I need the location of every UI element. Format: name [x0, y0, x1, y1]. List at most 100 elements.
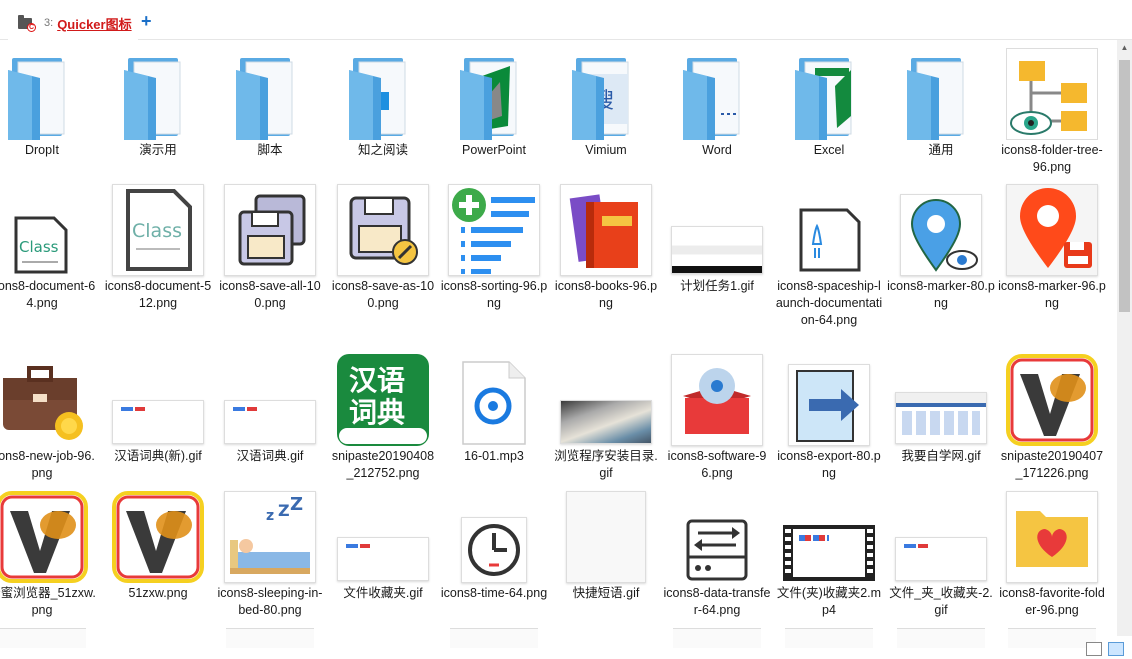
partial-row-thumb [450, 628, 538, 648]
partial-row-thumb [673, 628, 761, 648]
item-label: PowerPoint [462, 143, 526, 157]
file-item[interactable]: icons8-sorting-96.png [440, 176, 548, 346]
svg-text:Z: Z [278, 501, 290, 520]
item-label: 16-01.mp3 [464, 449, 524, 463]
screenshot-blank-icon [112, 354, 204, 446]
file-item[interactable]: icons8-books-96.png [552, 176, 660, 346]
item-label: 快捷短语.gif [572, 586, 640, 600]
folder-icon [112, 48, 204, 140]
large-icons-view-icon[interactable] [1108, 642, 1124, 656]
folder-icon [895, 48, 987, 140]
item-label: icons8-sleeping-in-bed-80.png [217, 586, 323, 617]
v-leaf-icon [112, 491, 204, 583]
sorting-icon [448, 184, 540, 276]
item-label: Word [702, 143, 732, 157]
item-label: icons8-books-96.png [554, 279, 658, 310]
file-item[interactable]: 51zxw.png [104, 483, 212, 653]
item-label: icons8-save-all-100.png [219, 279, 321, 310]
sleeping-icon: zZZ [224, 491, 316, 583]
fav-folder-icon [1006, 491, 1098, 583]
file-item[interactable]: Class icons8-document-512.png [104, 176, 212, 346]
save-all-icon [224, 184, 316, 276]
save-as-icon [337, 184, 429, 276]
svg-text:z: z [266, 508, 274, 524]
folder-icon: 搜 [560, 48, 652, 140]
item-label: 通用 [928, 143, 954, 157]
mp3-icon [448, 354, 540, 446]
item-label: icons8-document-512.png [104, 279, 212, 310]
file-item[interactable]: 快捷短语.gif [552, 483, 660, 653]
item-label: icons8-marker-80.png [887, 279, 995, 310]
item-label: icons8-folder-tree-96.png [1001, 143, 1103, 174]
item-label: icons8-sorting-96.png [440, 279, 548, 310]
folder-icon [448, 48, 540, 140]
screenshot-tall-icon [560, 491, 652, 583]
item-label: icons8-document-64.png [0, 279, 96, 310]
v-leaf-icon [0, 491, 88, 583]
svg-text:汉语: 汉语 [349, 364, 405, 397]
item-label: icons8-time-64.png [440, 586, 548, 600]
item-label: icons8-software-96.png [667, 449, 767, 480]
rocket-doc-icon [783, 184, 875, 276]
file-item[interactable]: Class icons8-document-64.png [0, 176, 96, 346]
item-label: snipaste20190408_212752.png [331, 449, 435, 480]
item-label: 浏览程序安装目录.gif [554, 449, 658, 480]
file-item[interactable]: icons8-marker-96.png [998, 176, 1106, 346]
item-label: 演示用 [139, 143, 177, 157]
video-icon [783, 491, 875, 583]
class-doc-small-icon: Class [0, 184, 88, 276]
class-doc-icon: Class [112, 184, 204, 276]
item-label: 蜂蜜浏览器_51zxw.png [0, 586, 96, 617]
v-leaf-icon [1006, 354, 1098, 446]
clock-icon [448, 491, 540, 583]
software-icon [671, 354, 763, 446]
item-label: Vimium [585, 143, 627, 157]
details-view-icon[interactable] [1086, 642, 1102, 656]
file-item[interactable]: 文件收藏夹.gif [329, 483, 437, 653]
svg-text:Class: Class [132, 220, 182, 242]
partial-row-thumb [226, 628, 314, 648]
item-label: icons8-marker-96.png [998, 279, 1106, 310]
folder-tab-icon: C [18, 15, 36, 32]
partial-row-thumb [785, 628, 873, 648]
marker-blue-icon [895, 184, 987, 276]
item-label: 我要自学网.gif [901, 449, 981, 463]
screenshot-wide-icon [671, 184, 763, 276]
item-label: 文件收藏夹.gif [343, 586, 423, 600]
item-label: icons8-save-as-100.png [331, 279, 435, 310]
file-item[interactable]: icons8-spaceship-launch-documentation-64… [775, 176, 883, 346]
file-grid: DropIt 演示用 脚本 知之阅读 PowerPoint 搜 Vimium Word Exce… [0, 40, 1116, 659]
partial-row-thumb [1008, 628, 1096, 648]
file-item[interactable]: icons8-save-all-100.png [216, 176, 324, 346]
file-item[interactable]: icons8-marker-80.png [887, 176, 995, 346]
item-label: 汉语词典.gif [236, 449, 304, 463]
item-label: icons8-spaceship-launch-documentation-64… [775, 279, 883, 327]
beach-icon [560, 354, 652, 446]
partial-row-thumb [897, 628, 985, 648]
screenshot-blank-icon [895, 491, 987, 583]
item-label: 文件(夹)收藏夹2.mp4 [776, 586, 882, 617]
item-label: snipaste20190407_171226.png [1000, 449, 1104, 480]
item-label: DropIt [24, 143, 60, 157]
folder-icon [671, 48, 763, 140]
screenshot-site-icon [895, 354, 987, 446]
item-label: icons8-favorite-folder-96.png [999, 586, 1105, 617]
dict-green-icon: 汉语 词典 [337, 354, 429, 446]
vertical-scrollbar[interactable]: ▲ [1117, 40, 1132, 636]
screenshot-blank-icon [224, 354, 316, 446]
data-transfer-icon [671, 491, 763, 583]
file-item[interactable]: icons8-save-as-100.png [329, 176, 437, 346]
books-icon [560, 184, 652, 276]
item-label: 脚本 [257, 143, 283, 157]
tab-quicker-icons[interactable]: C 3: Quicker图标 [8, 6, 138, 40]
tab-title[interactable]: Quicker图标 [57, 14, 131, 33]
file-item[interactable]: 计划任务1.gif [663, 176, 771, 346]
partial-row-thumb [0, 628, 86, 648]
svg-text:Class: Class [19, 238, 59, 256]
new-tab-button[interactable]: + [141, 12, 152, 30]
view-switcher [1086, 639, 1132, 659]
scroll-up-icon[interactable]: ▲ [1120, 43, 1129, 52]
item-label: icons8-export-80.png [777, 449, 881, 480]
briefcase-icon [0, 354, 88, 446]
scrollbar-thumb[interactable] [1119, 60, 1130, 312]
